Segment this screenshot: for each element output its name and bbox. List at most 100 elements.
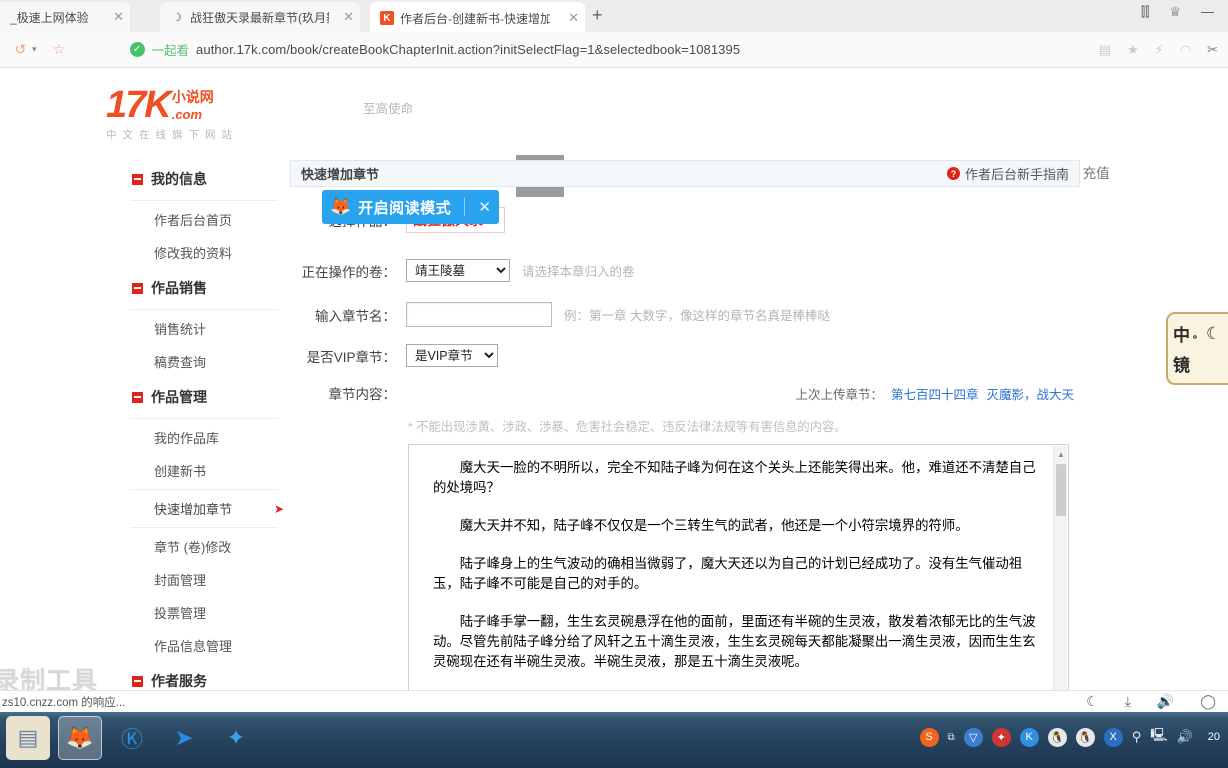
- sogou-icon[interactable]: S: [919, 727, 939, 747]
- ime-panel[interactable]: 中 。 ☾ 镜: [1166, 312, 1228, 385]
- excel-icon[interactable]: X: [1103, 727, 1123, 747]
- sidebar-group-title[interactable]: 我的信息: [130, 160, 278, 198]
- tab-close-icon[interactable]: ✕: [105, 9, 124, 25]
- sidebar-item-author-home[interactable]: 作者后台首页: [130, 203, 278, 236]
- tray-expand-icon[interactable]: ⧉: [948, 732, 955, 743]
- sidebar-item-work-info-manage[interactable]: 作品信息管理: [130, 629, 278, 662]
- fox-icon: 🦊: [330, 197, 352, 216]
- sidebar-item-vote-manage[interactable]: 投票管理: [130, 596, 278, 629]
- screen: _极速上网体验 ✕ ☽ 战狂傲天录最新章节(玖月舞 ✕ K 作者后台-创建新书-…: [0, 0, 1228, 768]
- logo-text: 17K: [106, 84, 172, 126]
- download-icon[interactable]: ⤓: [1125, 693, 1131, 710]
- sidebar-item-label: 稿费查询: [154, 355, 207, 370]
- eyebrow-icon[interactable]: ◠: [1180, 42, 1191, 58]
- explorer-icon[interactable]: ▤: [6, 716, 50, 760]
- vip-select[interactable]: 是VIP章节: [406, 344, 498, 367]
- guide-link[interactable]: ? 作者后台新手指南: [946, 164, 1069, 183]
- volume-select[interactable]: 靖王陵墓: [406, 259, 510, 282]
- divider: [130, 200, 278, 201]
- tab-close-icon[interactable]: ✕: [560, 10, 579, 26]
- kingsoft-icon[interactable]: K: [1019, 727, 1039, 747]
- main-panel: 快速增加章节 ? 作者后台新手指南 选择作品： 战狂傲天录 ▼ 正在操作的卷： …: [290, 160, 1080, 698]
- sogou-icon[interactable]: ➤: [162, 716, 206, 760]
- qq-icon[interactable]: 🐧: [1047, 727, 1067, 747]
- shield-icon[interactable]: ▽: [963, 727, 983, 747]
- account-icon[interactable]: ♕: [1169, 4, 1181, 20]
- editor-paragraph: 魔大天并不知，陆子峰不仅仅是一个三转生气的武者，他还是一个小符宗境界的符师。: [459, 519, 969, 534]
- close-icon[interactable]: ✕: [472, 198, 491, 216]
- editor-text-area[interactable]: 魔大天一脸的不明所以，完全不知陆子峰为何在这个关头上还能笑得出来。他，难道还不清…: [409, 445, 1068, 698]
- volume-icon[interactable]: 🔊: [1177, 729, 1193, 745]
- sidebar-group-label: 我的信息: [151, 171, 207, 187]
- sidebar-group-title[interactable]: 作品管理: [130, 378, 278, 416]
- plug-icon[interactable]: ⚲: [1132, 729, 1142, 745]
- browser-tab-2[interactable]: ☽ 战狂傲天录最新章节(玖月舞 ✕: [160, 2, 360, 32]
- sidebar-group-title[interactable]: 作品销售: [130, 269, 278, 307]
- chevron-down-icon[interactable]: ▾: [32, 44, 37, 55]
- ime-punctuation-icon[interactable]: 。: [1193, 326, 1203, 341]
- page-title: 快速增加章节: [301, 167, 380, 182]
- last-upload-chapter-link[interactable]: 第七百四十四章: [891, 384, 979, 403]
- sidebar-item-label: 作者后台首页: [154, 213, 233, 228]
- sidebar-item-create-book[interactable]: 创建新书: [130, 454, 278, 487]
- sidebar-item-sales-stats[interactable]: 销售统计: [130, 312, 278, 345]
- ime-mode-label[interactable]: 中: [1173, 321, 1190, 346]
- site-logo[interactable]: 17K 小说网 .com 中文在线旗下网站: [106, 86, 274, 142]
- url-field[interactable]: ✓ 一起看 author.17k.com/book/createBookChap…: [129, 40, 1099, 59]
- qq2-icon[interactable]: 🐧: [1075, 727, 1095, 747]
- star-icon[interactable]: ★: [1127, 42, 1139, 58]
- chapter-content-editor[interactable]: 魔大天一脸的不明所以，完全不知陆子峰为何在这个关头上还能笑得出来。他，难道还不清…: [408, 444, 1069, 698]
- read-mode-banner[interactable]: 🦊 开启阅读模式 ✕: [322, 190, 499, 224]
- minus-square-icon: [132, 173, 143, 185]
- browser-tab-3[interactable]: K 作者后台-创建新书-快速增加 ✕: [370, 2, 585, 32]
- sidebar-group-label: 作者服务: [151, 673, 207, 689]
- sidebar-item-quick-add-chapter[interactable]: 快速增加章节 ➤: [130, 492, 284, 525]
- divider: [130, 489, 278, 490]
- sidebar-item-label: 作品信息管理: [154, 639, 233, 654]
- page-content: 17K 小说网 .com 中文在线旗下网站 至高使命 搜索 ⚉ 个人中心 ∨ ↻: [0, 68, 1228, 698]
- scrollbar-thumb[interactable]: [1056, 464, 1066, 516]
- status-bar-icons: ☾ ⤓ 🔊 ◯: [1086, 693, 1228, 710]
- back-arrow-icon[interactable]: ↺: [12, 41, 29, 58]
- moon-icon[interactable]: ☾: [1086, 693, 1099, 710]
- circle-icon[interactable]: ◯: [1200, 693, 1216, 710]
- sidebar-item-edit-profile[interactable]: 修改我的资料: [130, 236, 278, 269]
- logo-suffix-top: 小说网: [171, 89, 214, 106]
- new-tab-button[interactable]: +: [592, 5, 603, 26]
- chapter-name-input[interactable]: [406, 302, 552, 327]
- taskbar-clock[interactable]: 20: [1208, 731, 1220, 743]
- guide-link-label: 作者后台新手指南: [964, 167, 1069, 182]
- network-icon[interactable]: 🖳: [1150, 726, 1167, 748]
- note-icon[interactable]: ▤: [1099, 42, 1111, 58]
- bird-icon[interactable]: ✦: [214, 716, 258, 760]
- sidebar-item-my-works[interactable]: 我的作品库: [130, 421, 278, 454]
- last-upload-info: 上次上传章节： 第七百四十四章 灭魔影，战大天: [795, 384, 1080, 403]
- split-screen-icon[interactable]: ⫿⫿: [1141, 4, 1149, 20]
- uc-browser-icon[interactable]: 🦊: [58, 716, 102, 760]
- minus-square-icon: [132, 391, 143, 403]
- divider: [130, 527, 278, 528]
- content-warning: * 不能出现涉黄、涉政、涉暴、危害社会稳定、违反法律法规等有害信息的内容。: [408, 420, 847, 434]
- editor-scrollbar[interactable]: ▲: [1053, 446, 1067, 698]
- scissors-icon[interactable]: ✂: [1207, 42, 1218, 58]
- browser-tab-1[interactable]: _极速上网体验 ✕: [0, 2, 130, 32]
- volume-hint: 请选择本章归入的卷: [522, 265, 635, 279]
- url-text: author.17k.com/book/createBookChapterIni…: [196, 42, 741, 57]
- sidebar-item-cover-manage[interactable]: 封面管理: [130, 563, 278, 596]
- antivirus-icon[interactable]: ✦: [991, 727, 1011, 747]
- last-upload-title-link[interactable]: 灭魔影，战大天: [986, 384, 1074, 403]
- kingsoft-icon[interactable]: Ⓚ: [110, 716, 154, 760]
- sidebar-item-royalty-query[interactable]: 稿费查询: [130, 345, 278, 378]
- ime-moon-icon[interactable]: ☾: [1206, 324, 1221, 344]
- minimize-icon[interactable]: —: [1201, 4, 1214, 20]
- scroll-up-icon[interactable]: ▲: [1057, 450, 1065, 459]
- sidebar-item-chapter-edit[interactable]: 章节 (卷)修改: [130, 530, 278, 563]
- ime-extra-icon[interactable]: 镜: [1173, 351, 1190, 376]
- minus-square-icon: [132, 282, 143, 294]
- lightning-icon[interactable]: ⚡: [1155, 42, 1164, 58]
- tab-close-icon[interactable]: ✕: [335, 9, 354, 25]
- star-outline-icon[interactable]: ☆: [51, 41, 68, 58]
- taskbar: ▤ 🦊 Ⓚ ➤ ✦ S ⧉ ▽ ✦ K 🐧 🐧 X ⚲ 🖳 🔊 20: [0, 712, 1228, 768]
- volume-icon[interactable]: 🔊: [1157, 693, 1174, 710]
- together-watch-label[interactable]: 一起看: [152, 40, 190, 59]
